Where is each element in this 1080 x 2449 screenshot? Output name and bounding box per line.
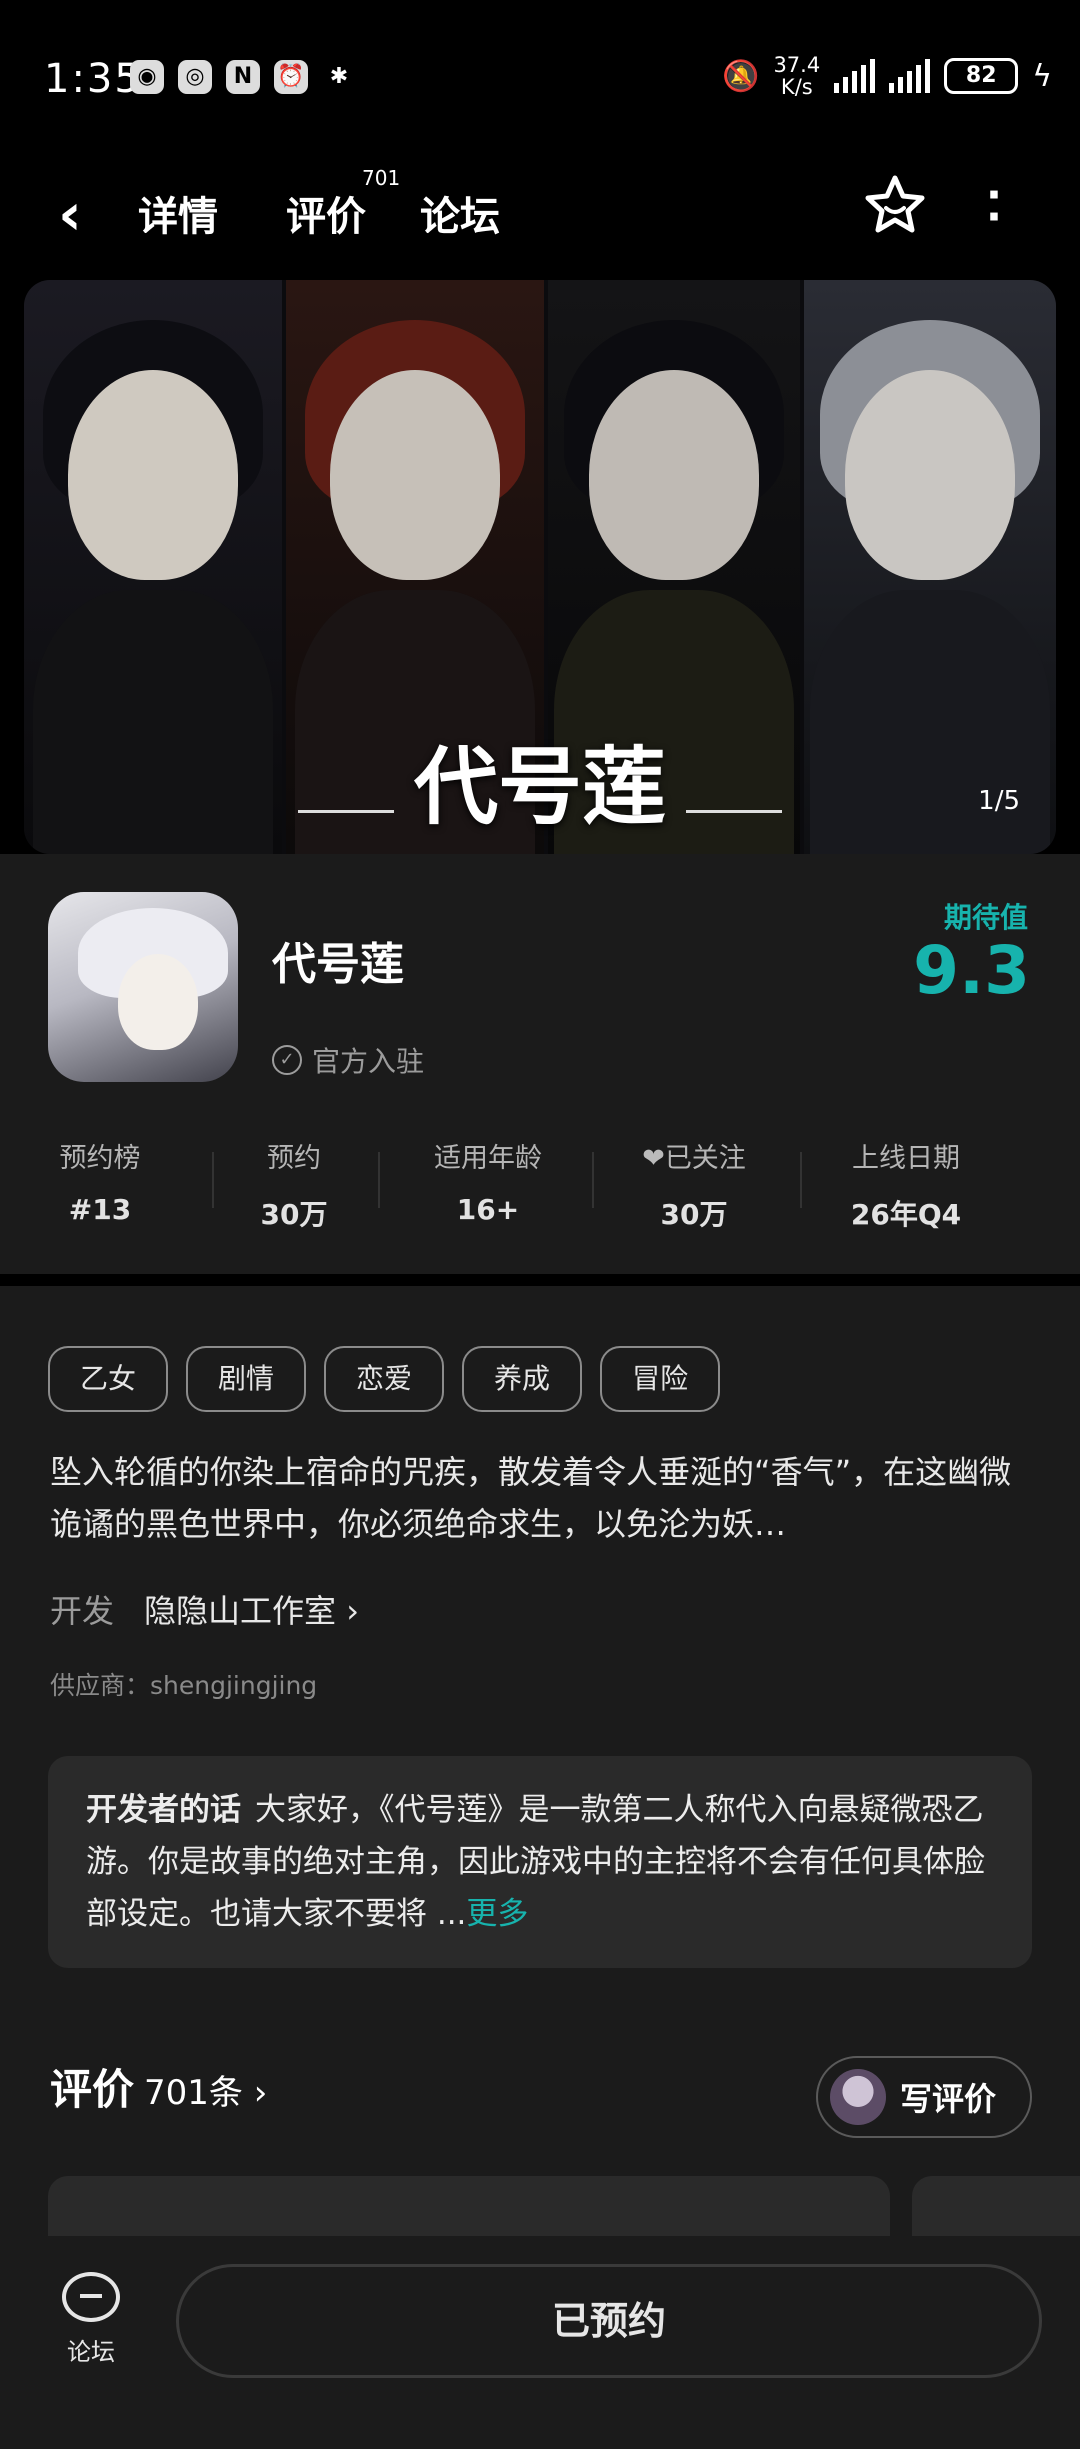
battery-icon: 82 (944, 58, 1019, 94)
stat-release-date: 上线日期 26年Q4 (850, 1143, 962, 1231)
stat-reservations: 预约 30万 (260, 1143, 328, 1231)
mute-icon: 🔕 (722, 58, 760, 94)
section-divider (0, 1274, 1080, 1286)
official-badge: ✓ 官方入驻 (272, 1040, 424, 1080)
tag-item[interactable]: 养成 (462, 1346, 583, 1412)
heart-check-icon: ❤ (642, 1143, 665, 1174)
developer-words-title: 开发者的话 (86, 1792, 241, 1828)
tag-item[interactable]: 恋爱 (324, 1346, 445, 1412)
top-nav: ‹ 详情 评价 701 论坛 · · (0, 160, 1080, 280)
game-info: 代号莲 ✓ 官方入驻 期待值 9.3 预约榜 #13 预约 30万 适用年龄 1… (0, 854, 1080, 1274)
divider-line (686, 810, 782, 813)
game-icon (48, 892, 238, 1082)
tab-details[interactable]: 详情 (130, 184, 226, 252)
supplier: 供应商：shengjingjing (50, 1671, 318, 1700)
app-notification-icon: ◎ (178, 60, 212, 94)
page-indicator: 1/5 (978, 786, 1020, 816)
forum-button[interactable]: 论坛 (56, 2272, 126, 2367)
star-icon[interactable] (862, 172, 928, 238)
developer-row[interactable]: 开发 隐隐山工作室 › (50, 1586, 359, 1632)
banner-title-wrap: 代号莲 (24, 720, 1056, 841)
banner-title: 代号莲 (413, 737, 666, 836)
details-content: 乙女 剧情 恋爱 养成 冒险 坠入轮循的你染上宿命的咒疾，散发着令人垂涎的“香气… (0, 1286, 1080, 2256)
game-name: 代号莲 (272, 939, 404, 990)
tab-reviews[interactable]: 评价 (286, 184, 366, 242)
more-link[interactable]: 更多 (466, 1896, 528, 1932)
tag-item[interactable]: 乙女 (48, 1346, 169, 1412)
app-notification-icon: ◉ (130, 60, 164, 94)
signal-icon (834, 59, 876, 93)
stat-rank[interactable]: 预约榜 #13 (0, 1136, 200, 1226)
reviews-title: 评价 (50, 2065, 135, 2114)
developer-words[interactable]: 开发者的话 大家好，《代号莲》是一款第二人称代入向悬疑微恐乙游。你是故事的绝对主角… (48, 1756, 1032, 1968)
status-bar: 1:35 ◉ ◎ N ⏰ ✱ 🔕 37.4 K/s 82 ϟ (0, 0, 1080, 160)
reviews-count: 701条 › (144, 2073, 268, 2113)
tag-item[interactable]: 剧情 (186, 1346, 307, 1412)
tab-forum[interactable]: 论坛 (420, 184, 500, 242)
notification-icons: ◉ ◎ N ⏰ ✱ (130, 60, 356, 94)
developer-name[interactable]: 隐隐山工作室 › (144, 1592, 359, 1630)
back-icon[interactable]: ‹ (58, 180, 82, 248)
expectation-value: 9.3 (913, 932, 1030, 1009)
avatar (830, 2069, 886, 2125)
chat-bubble-icon (62, 2272, 120, 2322)
check-circle-icon: ✓ (272, 1045, 302, 1075)
tab-reviews-badge: 701 (362, 166, 401, 190)
reviews-header[interactable]: 评价 701条 › (50, 2056, 267, 2117)
stat-followed[interactable]: ❤已关注 30万 (594, 1136, 794, 1233)
developer-label: 开发 (50, 1592, 115, 1630)
nfc-icon: N (226, 60, 260, 94)
reserved-button[interactable]: 已预约 (176, 2264, 1042, 2378)
status-right: 🔕 37.4 K/s 82 ϟ (722, 54, 1052, 98)
bottom-bar: 论坛 已预约 (0, 2236, 1080, 2449)
charging-icon: ϟ (1032, 58, 1052, 94)
divider-line (297, 810, 394, 813)
banner-carousel[interactable]: 代号莲 1/5 (24, 280, 1056, 854)
tag-item[interactable]: 冒险 (600, 1346, 721, 1412)
signal-icon (889, 59, 931, 93)
more-icon[interactable]: · · (986, 174, 1002, 238)
expectation-label: 期待值 (943, 901, 1028, 934)
net-speed: 37.4 K/s (773, 53, 821, 99)
status-time: 1:35 (44, 56, 142, 102)
stats-row: 预约榜 #13 预约 30万 适用年龄 16+ ❤已关注 30万 上线日期 26… (0, 1136, 1080, 1256)
write-review-button[interactable]: 写评价 (816, 2056, 1032, 2138)
game-description[interactable]: 坠入轮循的你染上宿命的咒疾，散发着令人垂涎的“香气”，在这幽微诡谲的黑色世界中，… (50, 1446, 1030, 1550)
bluetooth-icon: ✱ (329, 64, 349, 89)
alarm-icon: ⏰ (274, 60, 308, 94)
tag-list: 乙女 剧情 恋爱 养成 冒险 (48, 1346, 721, 1412)
stat-age: 适用年龄 16+ (434, 1143, 542, 1226)
